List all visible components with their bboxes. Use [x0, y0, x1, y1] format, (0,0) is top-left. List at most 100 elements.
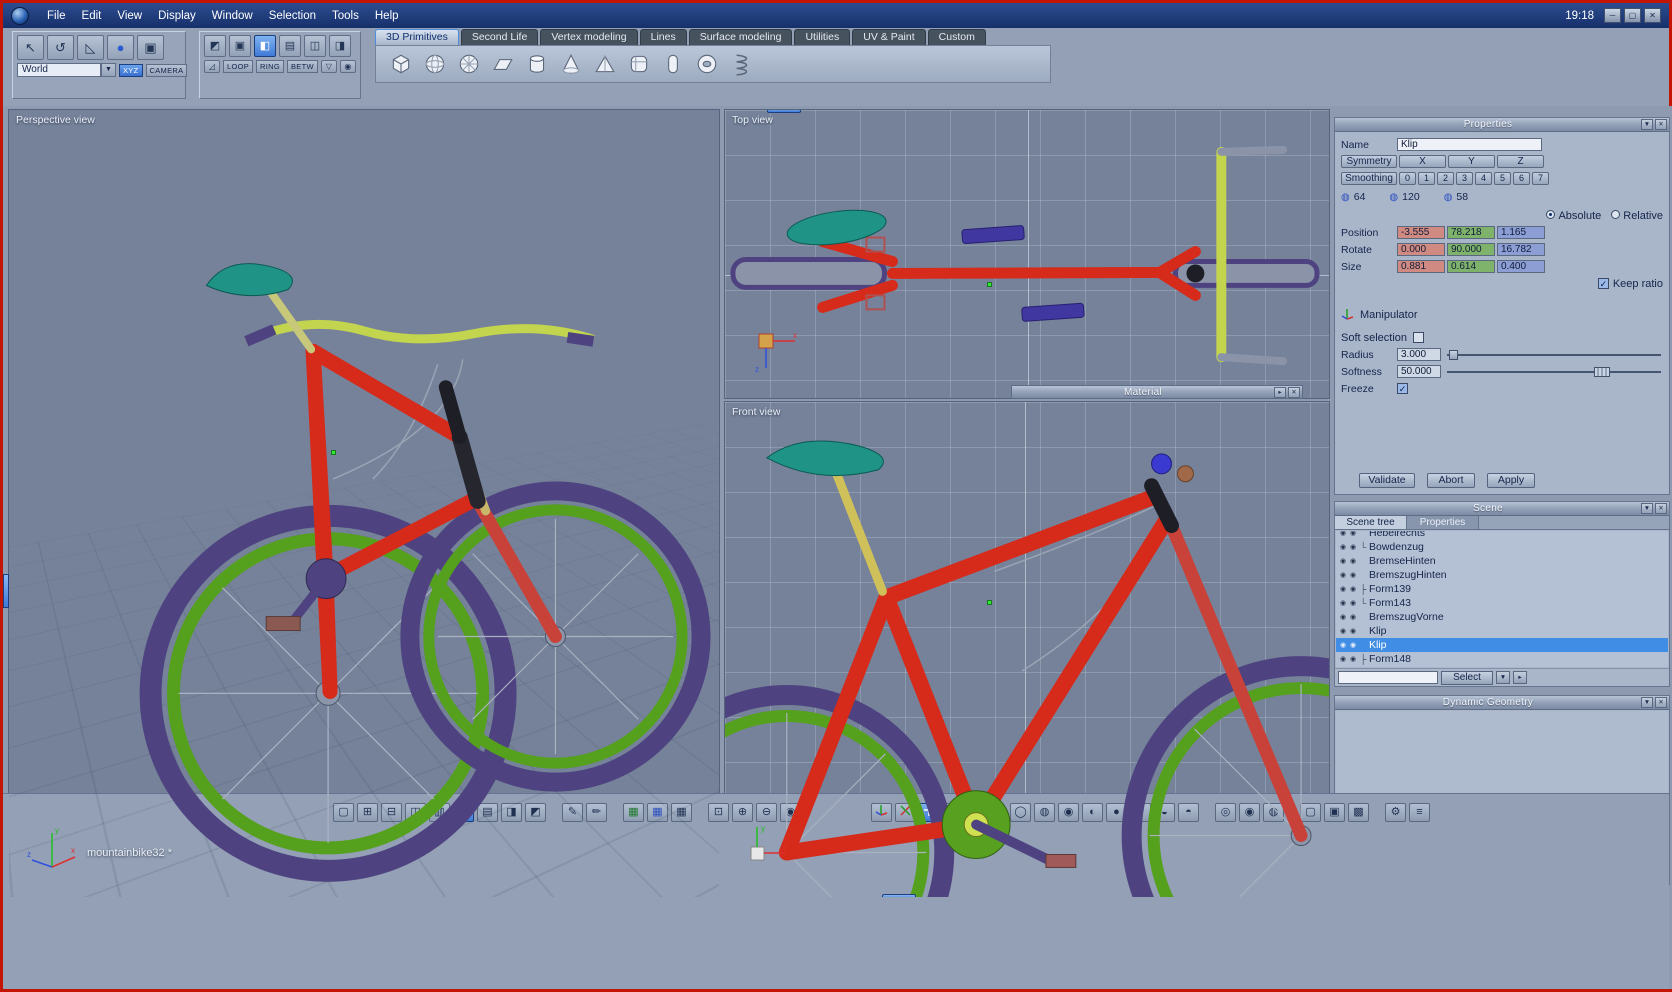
- size-y-field[interactable]: 0.614: [1447, 260, 1495, 273]
- render-visibility-icon[interactable]: ◉: [1350, 627, 1360, 635]
- symmetry-z-button[interactable]: Z: [1497, 155, 1544, 168]
- close-icon[interactable]: ✕: [1655, 697, 1667, 708]
- between-select-button[interactable]: BETW: [287, 60, 318, 73]
- menu-help[interactable]: Help: [367, 7, 407, 25]
- smoothing-7-button[interactable]: 7: [1532, 172, 1549, 185]
- select-button[interactable]: Select: [1441, 670, 1493, 685]
- face-select-icon[interactable]: ◧: [254, 35, 276, 57]
- render-visibility-icon[interactable]: ◉: [1350, 613, 1360, 621]
- cube-primitive-icon[interactable]: [388, 51, 414, 77]
- edge-select-icon[interactable]: ▣: [229, 35, 251, 57]
- close-icon[interactable]: ✕: [1655, 119, 1667, 130]
- collapse-icon[interactable]: ▼: [1641, 503, 1653, 514]
- symmetry-y-button[interactable]: Y: [1448, 155, 1495, 168]
- close-icon[interactable]: ✕: [1655, 503, 1667, 514]
- visibility-icon[interactable]: ◉: [1340, 641, 1350, 649]
- world-dropdown[interactable]: World ▼: [17, 63, 116, 77]
- symmetry-button[interactable]: Symmetry: [1341, 155, 1397, 168]
- render-visibility-icon[interactable]: ◉: [1350, 571, 1360, 579]
- smoothing-0-button[interactable]: 0: [1399, 172, 1416, 185]
- smoothing-1-button[interactable]: 1: [1418, 172, 1435, 185]
- menu-file[interactable]: File: [39, 7, 74, 25]
- scene-tree-item[interactable]: ◉ ◉ ├ Form148: [1336, 652, 1668, 666]
- scene-tree-item[interactable]: ◉ ◉ ├ Form139: [1336, 582, 1668, 596]
- multi-select-icon[interactable]: ◫: [304, 35, 326, 57]
- properties-titlebar[interactable]: Properties ▼ ✕: [1335, 118, 1669, 132]
- material-panel-titlebar[interactable]: Material ▸ ✕: [1011, 385, 1303, 399]
- visibility-icon[interactable]: ◉: [1340, 585, 1350, 593]
- size-x-field[interactable]: 0.881: [1397, 260, 1445, 273]
- render-visibility-icon[interactable]: ◉: [1350, 599, 1360, 607]
- name-field[interactable]: Klip: [1397, 138, 1542, 151]
- object-select-icon[interactable]: ▤: [279, 35, 301, 57]
- tab-uv-paint[interactable]: UV & Paint: [852, 29, 926, 45]
- position-y-field[interactable]: 78.218: [1447, 226, 1495, 239]
- radius-slider[interactable]: [1447, 349, 1663, 361]
- smoothing-3-button[interactable]: 3: [1456, 172, 1473, 185]
- capsule-primitive-icon[interactable]: [660, 51, 686, 77]
- radius-slider-handle[interactable]: [1449, 349, 1458, 360]
- render-visibility-icon[interactable]: ◉: [1350, 543, 1360, 551]
- visibility-icon[interactable]: ◉: [1340, 531, 1350, 537]
- helix-primitive-icon[interactable]: [728, 51, 754, 77]
- softness-field[interactable]: 50.000: [1397, 365, 1441, 378]
- snap-select-icon[interactable]: ◿: [204, 60, 220, 73]
- visibility-icon[interactable]: ◉: [1340, 613, 1350, 621]
- render-settings-icon[interactable]: ⚙: [1385, 803, 1406, 822]
- render-visibility-icon[interactable]: ◉: [1350, 641, 1360, 649]
- bike-model-top[interactable]: [725, 110, 1329, 399]
- collapse-icon[interactable]: ▼: [1641, 697, 1653, 708]
- vertex-select-icon[interactable]: ◩: [204, 35, 226, 57]
- menu-tools[interactable]: Tools: [324, 7, 367, 25]
- front-viewport[interactable]: Front view x y: [724, 401, 1330, 898]
- scene-titlebar[interactable]: Scene ▼ ✕: [1335, 502, 1669, 516]
- xyz-mode-button[interactable]: XYZ: [119, 63, 143, 77]
- render-visibility-icon[interactable]: ◉: [1350, 531, 1360, 537]
- scroll-up-icon[interactable]: ▸: [1513, 671, 1527, 684]
- top-viewport[interactable]: Top view x z: [724, 109, 1330, 399]
- size-z-field[interactable]: 0.400: [1497, 260, 1545, 273]
- tab-surface-modeling[interactable]: Surface modeling: [688, 29, 793, 45]
- visibility-icon[interactable]: ◉: [1340, 571, 1350, 579]
- close-icon[interactable]: ✕: [1288, 386, 1300, 398]
- dg-titlebar[interactable]: Dynamic Geometry ▼ ✕: [1335, 696, 1669, 710]
- center-select-icon[interactable]: ◉: [339, 60, 356, 73]
- softness-slider[interactable]: [1447, 366, 1663, 378]
- apply-button[interactable]: Apply: [1487, 473, 1535, 488]
- rotate-y-field[interactable]: 90.000: [1447, 243, 1495, 256]
- smoothing-6-button[interactable]: 6: [1513, 172, 1530, 185]
- maximize-button[interactable]: ▢: [1624, 8, 1641, 23]
- close-button[interactable]: ✕: [1644, 8, 1661, 23]
- visibility-icon[interactable]: ◉: [1340, 655, 1350, 663]
- sphere-primitive-icon[interactable]: [422, 51, 448, 77]
- tab-scene-properties[interactable]: Properties: [1407, 516, 1479, 529]
- collapse-icon[interactable]: ▼: [1641, 119, 1653, 130]
- bike-model-front[interactable]: [725, 402, 1329, 897]
- absolute-radio[interactable]: Absolute: [1546, 209, 1601, 222]
- scene-filter-input[interactable]: [1338, 671, 1438, 684]
- scene-tree-item-selected[interactable]: ◉ ◉ Klip: [1336, 638, 1668, 652]
- scene-tree-item[interactable]: ◉ ◉ BremseHinten: [1336, 554, 1668, 568]
- scene-tree-item[interactable]: ◉ ◉ └ Form143: [1336, 596, 1668, 610]
- tab-3d-primitives[interactable]: 3D Primitives: [375, 29, 459, 45]
- relative-radio[interactable]: Relative: [1611, 209, 1663, 222]
- cone-primitive-icon[interactable]: [558, 51, 584, 77]
- smoothing-2-button[interactable]: 2: [1437, 172, 1454, 185]
- validate-button[interactable]: Validate: [1359, 473, 1415, 488]
- scene-tree-item[interactable]: ◉ ◉ └ Bowdenzug: [1336, 540, 1668, 554]
- loop-select-button[interactable]: LOOP: [223, 60, 254, 73]
- camera-tool-icon[interactable]: ▣: [137, 35, 164, 60]
- orbit-tool-icon[interactable]: ↺: [47, 35, 74, 60]
- cylinder-primitive-icon[interactable]: [524, 51, 550, 77]
- pyramid-primitive-icon[interactable]: [592, 51, 618, 77]
- softness-slider-handle[interactable]: [1593, 366, 1610, 377]
- render-visibility-icon[interactable]: ◉: [1350, 585, 1360, 593]
- visibility-icon[interactable]: ◉: [1340, 543, 1350, 551]
- geosphere-primitive-icon[interactable]: [456, 51, 482, 77]
- scroll-down-icon[interactable]: ▼: [1496, 671, 1510, 684]
- scene-tree-item[interactable]: ◉ ◉ Hebelrechts: [1336, 531, 1668, 540]
- plane-primitive-icon[interactable]: [490, 51, 516, 77]
- scene-tree-list[interactable]: ◉ ◉ Hebelrechts ◉ ◉ └ Bowdenzug ◉ ◉ BremseHi…: [1336, 531, 1668, 667]
- options-icon[interactable]: ≡: [1409, 803, 1430, 822]
- radius-field[interactable]: 3.000: [1397, 348, 1441, 361]
